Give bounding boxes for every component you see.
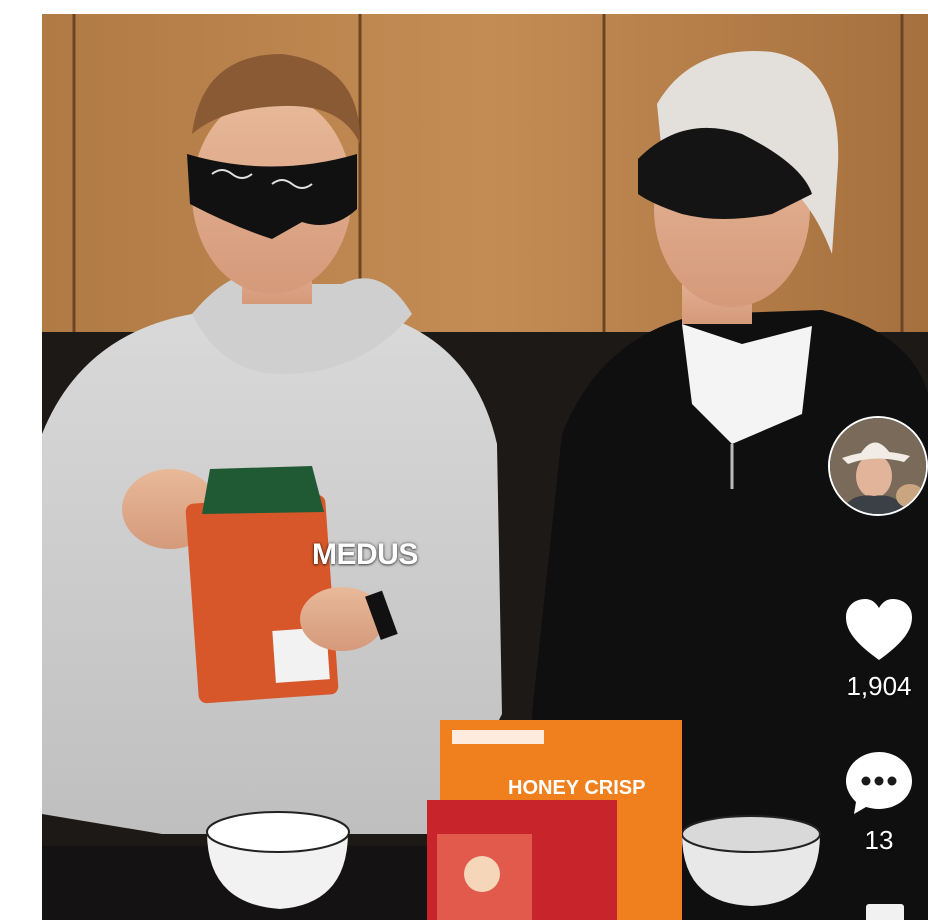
comment-bubble-icon xyxy=(846,752,912,814)
video-caption: MEDUS xyxy=(312,538,418,571)
heart-icon xyxy=(846,599,912,660)
share-icon[interactable] xyxy=(866,904,904,920)
comment-button[interactable]: 13 xyxy=(838,750,920,856)
comment-count: 13 xyxy=(864,825,894,855)
like-button[interactable]: 1,904 xyxy=(838,598,920,702)
like-count: 1,904 xyxy=(846,671,912,701)
avatar-image xyxy=(830,418,926,514)
product-box-label: HONEY CRISP xyxy=(508,777,645,799)
video-frame: HONEY CRISP xyxy=(42,14,928,920)
video-player[interactable]: HONEY CRISP xyxy=(42,14,928,920)
creator-avatar[interactable] xyxy=(828,416,928,516)
